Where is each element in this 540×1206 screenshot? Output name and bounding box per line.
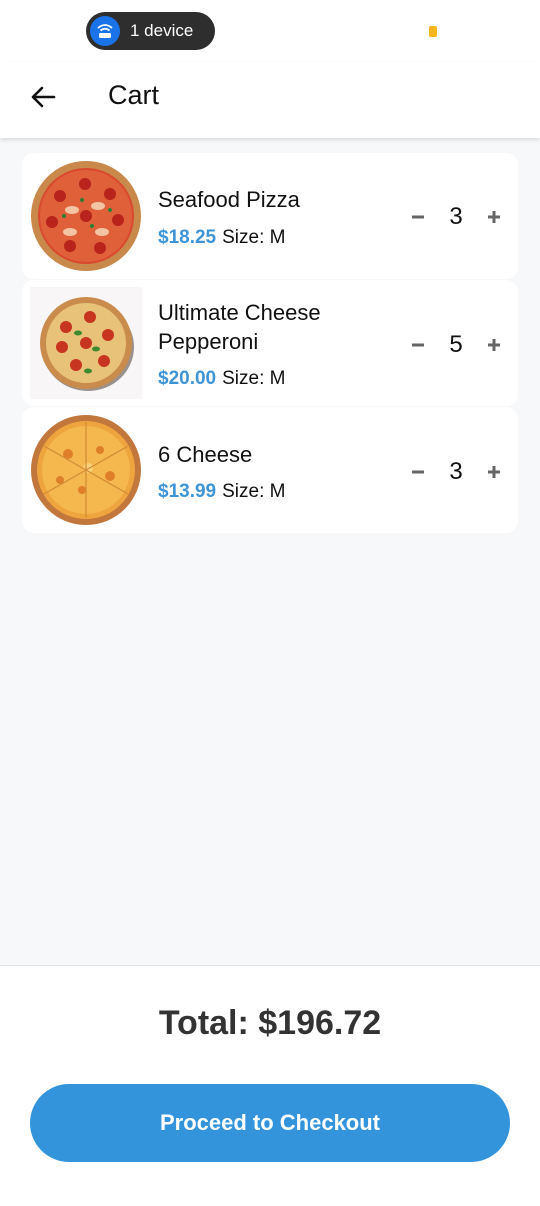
increase-quantity-button[interactable] xyxy=(484,462,504,482)
app-bar: Cart xyxy=(0,62,540,138)
item-price: $13.99 xyxy=(158,481,217,502)
cart-total: Total: $196.72 xyxy=(158,1004,382,1042)
cart-item: Seafood Pizza $18.25 Size: M 3 xyxy=(22,153,518,279)
plus-icon xyxy=(488,339,500,351)
quantity-stepper: 3 xyxy=(408,457,504,487)
cart-item: Ultimate Cheese Pepperoni $20.00 Size: M … xyxy=(22,280,518,406)
status-bar: 1 device xyxy=(0,0,540,62)
plus-icon xyxy=(488,466,500,478)
cart-list: Seafood Pizza $18.25 Size: M 3 Ultimate … xyxy=(22,153,518,534)
item-price-row: $20.00 Size: M xyxy=(158,368,285,390)
checkout-footer: Total: $196.72 Proceed to Checkout xyxy=(0,965,540,1206)
decrease-quantity-button[interactable] xyxy=(408,207,428,227)
item-price-row: $18.25 Size: M xyxy=(158,227,285,249)
back-button[interactable] xyxy=(22,76,64,118)
increase-quantity-button[interactable] xyxy=(484,207,504,227)
increase-quantity-button[interactable] xyxy=(484,335,504,355)
quantity-value: 3 xyxy=(449,203,463,230)
item-price: $20.00 xyxy=(158,368,217,389)
decrease-quantity-button[interactable] xyxy=(408,335,428,355)
quantity-value: 3 xyxy=(449,458,463,485)
cheese-pepperoni-pizza-image xyxy=(30,287,142,399)
proceed-to-checkout-button[interactable]: Proceed to Checkout xyxy=(30,1084,510,1162)
status-indicator xyxy=(429,26,437,37)
item-price: $18.25 xyxy=(158,227,217,248)
plus-icon xyxy=(488,211,500,223)
page-title: Cart xyxy=(108,80,160,110)
decrease-quantity-button[interactable] xyxy=(408,462,428,482)
item-name: Seafood Pizza xyxy=(158,187,300,212)
arrow-left-icon xyxy=(31,86,56,108)
quantity-stepper: 3 xyxy=(408,202,504,232)
item-price-row: $13.99 Size: M xyxy=(158,481,285,503)
seafood-pizza-image xyxy=(31,161,141,271)
minus-icon xyxy=(412,470,424,474)
wifi-router-icon xyxy=(90,16,120,46)
device-count-label: 1 device xyxy=(130,21,194,40)
six-cheese-pizza-image xyxy=(31,415,141,525)
quantity-value: 5 xyxy=(449,331,463,358)
minus-icon xyxy=(412,215,424,219)
minus-icon xyxy=(412,343,424,347)
cart-item: 6 Cheese $13.99 Size: M 3 xyxy=(22,407,518,533)
device-connection-pill[interactable]: 1 device xyxy=(86,12,215,50)
item-size: Size: M xyxy=(222,227,286,248)
item-size: Size: M xyxy=(222,368,286,389)
item-name: 6 Cheese xyxy=(158,442,253,467)
item-size: Size: M xyxy=(222,481,286,502)
item-name: Ultimate Cheese Pepperoni xyxy=(158,300,321,354)
quantity-stepper: 5 xyxy=(408,330,504,360)
